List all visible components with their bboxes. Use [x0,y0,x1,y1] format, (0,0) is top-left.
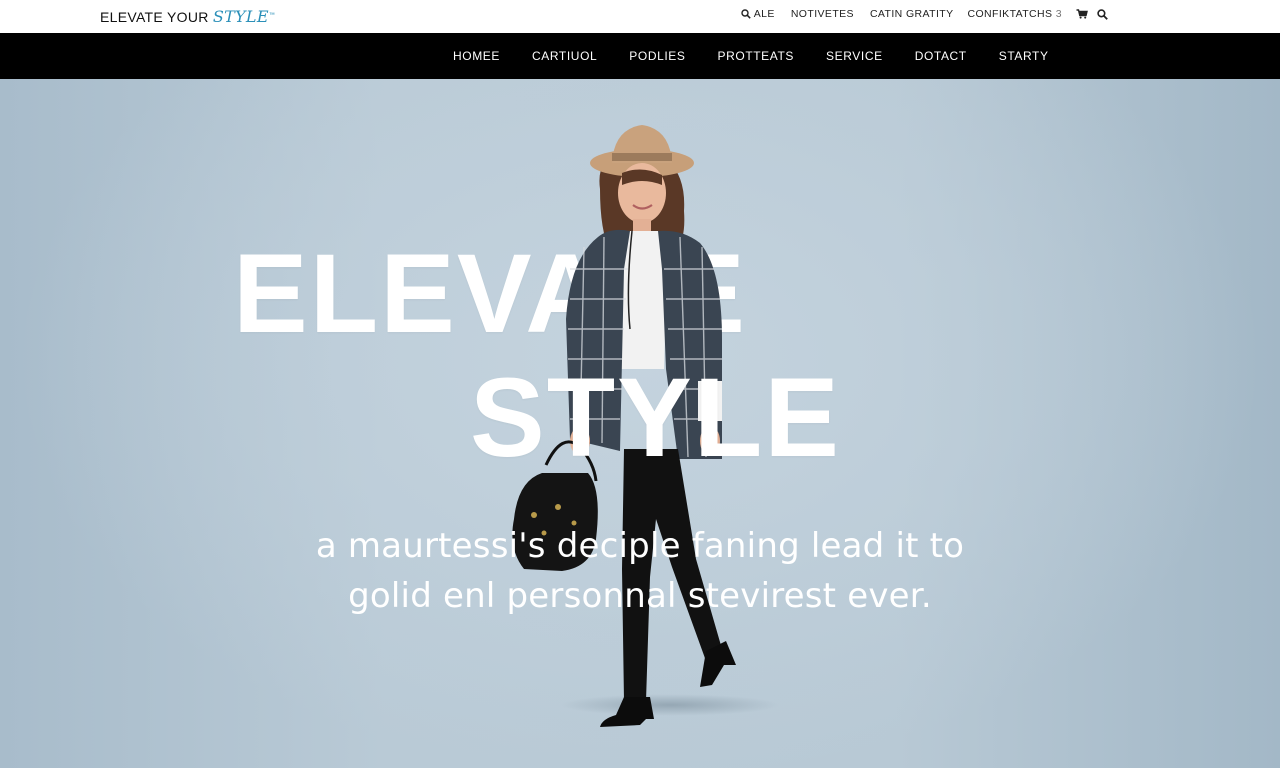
main-nav: HOMEE CARTIUOL PODLIES PROTTEATS SERVICE… [437,33,1065,79]
search-button[interactable] [1097,8,1108,20]
logo-trademark: ™ [268,12,276,19]
utility-search-label: ALE [753,8,775,20]
nav-item-cartiuol[interactable]: CARTIUOL [516,49,613,63]
brand-logo[interactable]: ELEVATE YOUR STYLE™ [100,7,275,26]
main-nav-bar: HOMEE CARTIUOL PODLIES PROTTEATS SERVICE… [0,33,1280,79]
utility-notices-label: NOTIVETES [790,8,854,20]
nav-item-starty[interactable]: STARTY [983,49,1065,63]
utility-notices-link[interactable]: NOTIVETES [791,8,854,20]
top-utility-bar: ELEVATE YOUR STYLE™ ALE NOTIVETES CATIN … [0,0,1280,33]
hero-tagline: a maurtessi's deciple faning lead it to … [240,521,1040,621]
nav-item-protteats[interactable]: PROTTEATS [702,49,811,63]
nav-item-homee[interactable]: HOMEE [437,49,516,63]
search-icon [1097,8,1108,20]
utility-confiktatchs-label: CONFIKTATCHS [967,8,1053,20]
hero-banner: ELEVATE STYLE a maurtessi's deciple fani… [0,79,1280,768]
cart-button[interactable] [1076,9,1088,19]
nav-item-podlies[interactable]: PODLIES [613,49,701,63]
hero-headline-line-2: STYLE [470,355,841,480]
hero-tagline-line-2: golid enl personnal stevirest ever. [348,576,932,616]
utility-gratity-link[interactable]: CATIN GRATITY [870,8,954,20]
cart-icon [1076,9,1088,19]
hero-tagline-line-1: a maurtessi's deciple faning lead it to [315,526,965,566]
utility-nav: ALE NOTIVETES CATIN GRATITY CONFIKTATCHS… [741,8,1108,20]
nav-item-service[interactable]: SERVICE [810,49,899,63]
utility-confiktatchs-count: 3 [1055,8,1062,20]
utility-confiktatchs-link[interactable]: CONFIKTATCHS 3 [968,8,1063,20]
utility-search-link[interactable]: ALE [741,8,775,20]
nav-item-dotact[interactable]: DOTACT [899,49,983,63]
logo-accent-text: STYLE [212,7,269,26]
logo-text: ELEVATE YOUR [100,9,213,25]
search-icon [741,9,751,19]
utility-gratity-label: CATIN GRATITY [869,8,954,20]
